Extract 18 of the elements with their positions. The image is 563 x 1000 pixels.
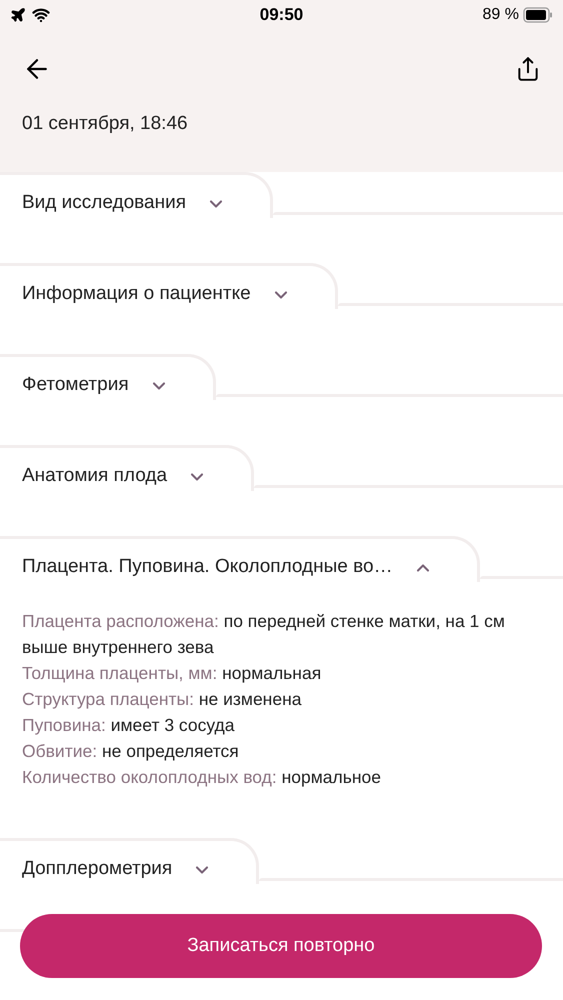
section-title[interactable]: Допплерометрия [22,855,172,884]
field-text: Обвитие: не определяется [22,740,240,763]
rebook-button[interactable]: Записаться повторно [20,914,542,978]
field-text: Пуповина: имеет 3 сосуда [22,714,236,737]
section-title[interactable]: Фетометрия [22,371,129,400]
section-title[interactable]: Плацента. Пуповина. Околоплодные во… [22,553,393,582]
section-title[interactable]: Вид исследования [22,189,186,218]
status-time: 09:50 [260,4,304,26]
date-text: 01 сентября, 18:46 [22,113,188,134]
battery-icon [522,7,553,23]
field-text: Структура плаценты: не изменена [22,688,302,711]
field-text: Количество околоплодных вод: нормальное [22,766,382,789]
wifi-icon [32,6,50,24]
section-title[interactable]: Информация о пациентке [22,280,251,309]
airplane-icon [10,7,26,23]
field-text: Толщина плаценты, мм: нормальная [22,662,322,685]
section-title[interactable]: Анатомия плода [22,462,168,491]
battery-text: 89 % [482,5,519,25]
